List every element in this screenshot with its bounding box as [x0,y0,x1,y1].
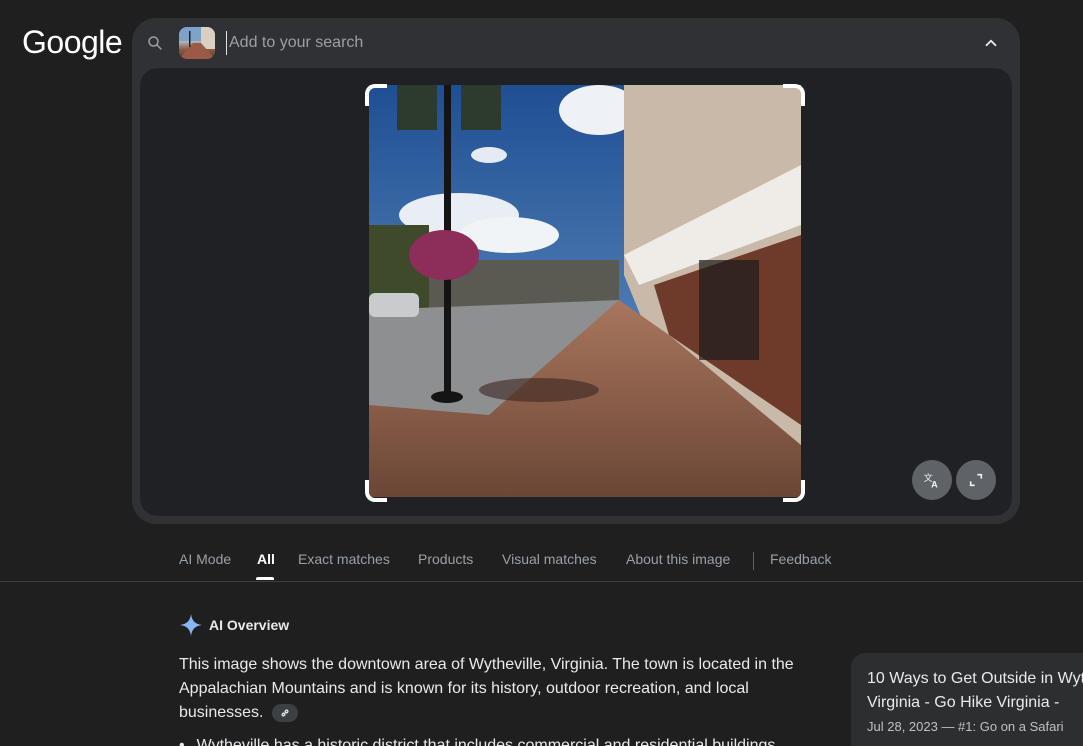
search-icon[interactable] [146,34,164,52]
ai-overview-paragraph: This image shows the downtown area of Wy… [179,653,819,725]
chevron-up-icon[interactable] [982,34,1000,52]
svg-text:A: A [931,480,938,490]
tab-all[interactable]: All [257,551,275,567]
search-box: 文 A [132,18,1020,524]
tab-feedback[interactable]: Feedback [770,551,831,567]
search-row [132,18,1020,68]
source-card-title-line2[interactable]: Virginia - Go Hike Virginia - [867,691,1083,715]
tab-about-this-image[interactable]: About this image [626,551,730,567]
crop-corner-top-right[interactable] [783,84,805,106]
translate-button[interactable]: 文 A [912,460,952,500]
translate-icon: 文 A [924,472,939,490]
ai-overview-title: AI Overview [209,617,290,633]
source-card-title-line1[interactable]: 10 Ways to Get Outside in Wytheville [867,667,1083,691]
crop-corner-top-left[interactable] [365,84,387,106]
tab-visual-matches[interactable]: Visual matches [502,551,597,567]
image-preview-panel: 文 A [140,68,1012,516]
source-card-meta: Jul 28, 2023 — #1: Go on a Safari [867,719,1064,734]
search-tabs: AI Mode All Exact matches Products Visua… [0,540,1083,582]
search-input[interactable] [226,31,926,55]
crop-corner-bottom-left[interactable] [365,480,387,502]
tab-ai-mode[interactable]: AI Mode [179,551,231,567]
tab-exact-matches[interactable]: Exact matches [298,551,390,567]
crop-corner-bottom-right[interactable] [783,480,805,502]
tab-separator [753,552,754,570]
active-tab-indicator [256,577,274,580]
link-icon [281,709,289,717]
query-image[interactable] [369,85,801,497]
query-image-thumbnail[interactable] [179,27,215,59]
expand-button[interactable] [956,460,996,500]
sparkle-icon [180,614,202,636]
ai-overview-header: AI Overview [179,613,289,637]
google-logo[interactable]: Google [22,24,123,61]
ai-overview-bullet: Wytheville has a historic district that … [179,734,819,746]
tab-products[interactable]: Products [418,551,473,567]
source-card[interactable]: 10 Ways to Get Outside in Wytheville Vir… [851,653,1083,746]
source-link-button[interactable] [271,703,298,722]
expand-icon [969,473,983,487]
